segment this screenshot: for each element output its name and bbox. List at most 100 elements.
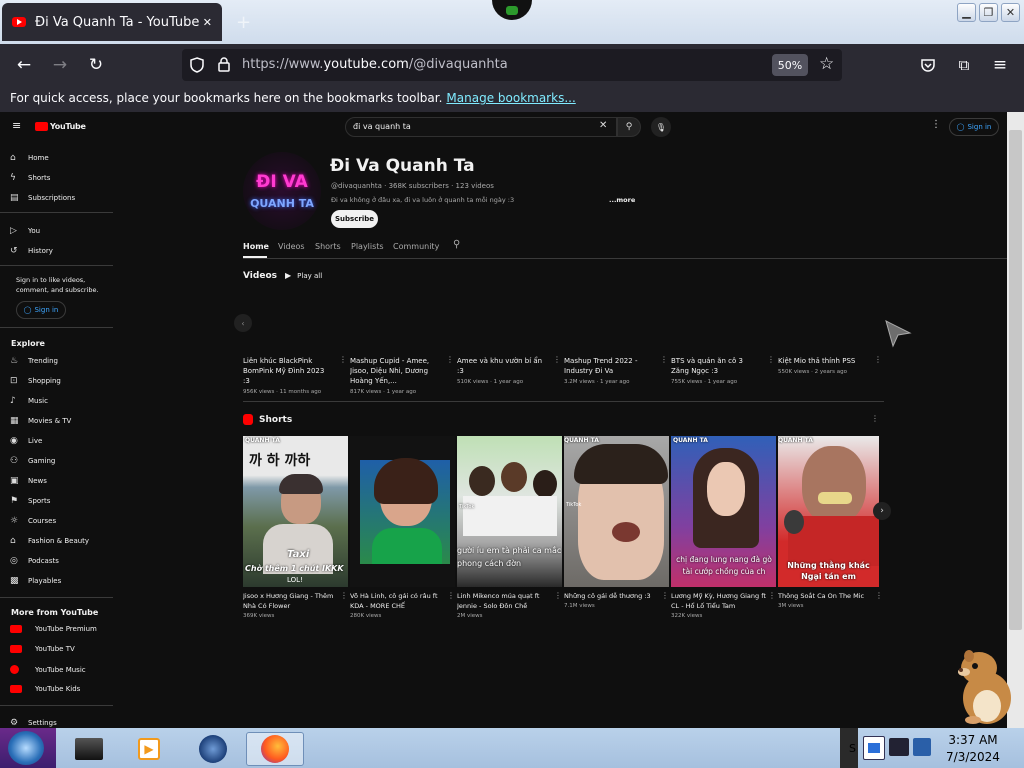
video-title[interactable]: Kiệt Mio thả thính PSS bbox=[778, 356, 868, 366]
video-card[interactable]: Amee và khu vườn bí ẩn :3 510K views · 1 … bbox=[457, 356, 547, 385]
search-button[interactable]: ⚲ bbox=[617, 117, 641, 137]
sidebar-item-kids[interactable]: YouTube Kids bbox=[10, 685, 80, 693]
short-title[interactable]: Lương Mỹ Kỳ, Hương Giang ft CL - Hổ Lố T… bbox=[671, 591, 771, 611]
menu-button[interactable]: ≡ bbox=[989, 54, 1011, 76]
video-card[interactable]: Kiệt Mio thả thính PSS 550K views · 2 yea… bbox=[778, 356, 868, 375]
sidebar-item-shorts[interactable]: ϟ Shorts bbox=[10, 173, 50, 183]
voice-search-button[interactable]: 🎙 bbox=[651, 117, 671, 137]
sidebar-item-music-app[interactable]: YouTube Music bbox=[10, 665, 86, 674]
video-title[interactable]: BTS và quán ăn cô 3 Zăng Ngọc :3 bbox=[671, 356, 761, 376]
video-card[interactable]: Mashup Cupid - Amee, Jisoo, Diệu Nhi, Dư… bbox=[350, 356, 440, 395]
short-title[interactable]: Linh Mikenco múa quạt ft Jennie - Solo Đ… bbox=[457, 591, 557, 611]
youtube-logo[interactable]: YouTube bbox=[35, 122, 86, 131]
bookmark-star-icon[interactable]: ☆ bbox=[819, 54, 834, 74]
tab-community[interactable]: Community bbox=[393, 242, 439, 251]
clear-search-icon[interactable]: ✕ bbox=[599, 120, 607, 131]
tray-monitor-icon[interactable] bbox=[889, 738, 909, 756]
short-thumbnail[interactable]: TikTok gười íu em tà phải ca mắc phong c… bbox=[457, 436, 562, 587]
channel-search-icon[interactable]: ⚲ bbox=[453, 239, 460, 250]
short-info[interactable]: Lương Mỹ Kỳ, Hương Giang ft CL - Hổ Lố T… bbox=[671, 591, 771, 619]
sidebar-item-settings[interactable]: ⚙ Settings bbox=[10, 718, 57, 728]
video-menu-icon[interactable]: ⋮ bbox=[767, 355, 775, 364]
channel-avatar[interactable]: ĐI VA QUANH TA bbox=[243, 152, 321, 230]
browser-tab[interactable]: Đi Va Quanh Ta - YouTube ✕ bbox=[2, 3, 222, 41]
video-title[interactable]: Mashup Cupid - Amee, Jisoo, Diệu Nhi, Dư… bbox=[350, 356, 440, 386]
video-menu-icon[interactable]: ⋮ bbox=[339, 355, 347, 364]
taskbar-app-black-box[interactable] bbox=[68, 732, 110, 766]
taskbar-app-globe[interactable] bbox=[192, 732, 234, 766]
short-thumbnail[interactable]: QUANH TA Những thằng khác Ngại tán em bbox=[778, 436, 879, 587]
tab-shorts[interactable]: Shorts bbox=[315, 242, 341, 251]
page-scrollbar-thumb[interactable] bbox=[1009, 130, 1022, 630]
sidebar-item-history[interactable]: ↺ History bbox=[10, 246, 53, 256]
videos-prev-button[interactable]: ‹ bbox=[234, 314, 252, 332]
sidebar-item-premium[interactable]: YouTube Premium bbox=[10, 625, 97, 633]
sidebar-item-sports[interactable]: ⚑ Sports bbox=[10, 496, 50, 506]
search-input[interactable]: đi va quanh ta bbox=[345, 117, 617, 137]
manage-bookmarks-link[interactable]: Manage bookmarks... bbox=[446, 91, 575, 105]
sidebar-item-fashion[interactable]: ⌂ Fashion & Beauty bbox=[10, 536, 89, 546]
tray-security-icon[interactable] bbox=[913, 738, 931, 756]
subscribe-button[interactable]: Subscribe bbox=[331, 210, 378, 228]
short-info[interactable]: Những cô gái dễ thương :3 7.1M views bbox=[564, 591, 664, 609]
short-info[interactable]: Võ Hà Linh, cô gái có râu ft KDA - MORE … bbox=[350, 591, 450, 619]
tab-close-icon[interactable]: ✕ bbox=[203, 16, 212, 29]
guide-menu-icon[interactable]: ≡ bbox=[12, 119, 21, 132]
sidebar-signin-button[interactable]: ◯ Sign in bbox=[16, 301, 66, 319]
forward-button[interactable]: → bbox=[49, 54, 71, 76]
taskbar-app-media-player[interactable]: ▶ bbox=[128, 732, 170, 766]
start-button[interactable] bbox=[0, 728, 56, 768]
taskbar-app-firefox[interactable] bbox=[246, 732, 304, 766]
short-menu-icon[interactable]: ⋮ bbox=[768, 591, 776, 600]
shorts-menu-icon[interactable]: ⋮ bbox=[871, 414, 879, 423]
sidebar-item-trending[interactable]: ♨ Trending bbox=[10, 356, 58, 366]
tab-home[interactable]: Home bbox=[243, 242, 269, 251]
close-window-button[interactable]: ✕ bbox=[1001, 3, 1020, 22]
url-bar[interactable]: https://www.youtube.com/@divaquanhta 50%… bbox=[182, 49, 842, 81]
video-title[interactable]: Mashup Trend 2022 - Industry Đi Va bbox=[564, 356, 654, 376]
tab-videos[interactable]: Videos bbox=[278, 242, 305, 251]
tray-network-icon[interactable] bbox=[863, 736, 885, 760]
tab-playlists[interactable]: Playlists bbox=[351, 242, 384, 251]
short-menu-icon[interactable]: ⋮ bbox=[875, 591, 883, 600]
video-title[interactable]: Amee và khu vườn bí ẩn :3 bbox=[457, 356, 547, 376]
short-title[interactable]: Võ Hà Linh, cô gái có râu ft KDA - MORE … bbox=[350, 591, 450, 611]
short-thumbnail[interactable]: QUANH TA chị đang lung nang đà gò tài cư… bbox=[671, 436, 776, 587]
video-title[interactable]: Liên khúc BlackPink BomPink Mỹ Đình 2023… bbox=[243, 356, 333, 386]
minimize-button[interactable]: ▁ bbox=[957, 3, 976, 22]
short-title[interactable]: Thông Soắt Ca On The Mic bbox=[778, 591, 878, 601]
short-thumbnail[interactable]: QUANH TA TikTok bbox=[564, 436, 669, 587]
short-thumbnail[interactable]: QUANH TA 까 하 까하 Taxi Chờ thêm 1 chút IKK… bbox=[243, 436, 348, 587]
short-info[interactable]: Linh Mikenco múa quạt ft Jennie - Solo Đ… bbox=[457, 591, 557, 619]
sidebar-item-music[interactable]: ♪ Music bbox=[10, 396, 48, 406]
video-menu-icon[interactable]: ⋮ bbox=[660, 355, 668, 364]
header-signin-button[interactable]: ◯ Sign in bbox=[949, 118, 999, 136]
sidebar-item-movies[interactable]: ▦ Movies & TV bbox=[10, 416, 71, 426]
video-card[interactable]: BTS và quán ăn cô 3 Zăng Ngọc :3 755K vie… bbox=[671, 356, 761, 385]
video-menu-icon[interactable]: ⋮ bbox=[874, 355, 882, 364]
zoom-level-button[interactable]: 50% bbox=[772, 54, 808, 76]
sidebar-item-shopping[interactable]: ⊡ Shopping bbox=[10, 376, 61, 386]
pocket-button[interactable] bbox=[917, 54, 939, 76]
extensions-button[interactable]: ⧉ bbox=[953, 54, 975, 76]
maximize-button[interactable]: ❐ bbox=[979, 3, 998, 22]
sidebar-item-gaming[interactable]: ⚇ Gaming bbox=[10, 456, 55, 466]
short-menu-icon[interactable]: ⋮ bbox=[340, 591, 348, 600]
short-menu-icon[interactable]: ⋮ bbox=[661, 591, 669, 600]
sidebar-item-subscriptions[interactable]: ▤ Subscriptions bbox=[10, 193, 75, 203]
sidebar-item-news[interactable]: ▣ News bbox=[10, 476, 47, 486]
taskbar-clock[interactable]: 3:37 AM 7/3/2024 bbox=[938, 732, 1008, 766]
play-all-button[interactable]: ▶ Play all bbox=[285, 271, 322, 280]
shorts-next-button[interactable]: › bbox=[873, 502, 891, 520]
video-menu-icon[interactable]: ⋮ bbox=[553, 355, 561, 364]
sidebar-item-playables[interactable]: ▩ Playables bbox=[10, 576, 61, 586]
back-button[interactable]: ← bbox=[13, 54, 35, 76]
short-thumbnail[interactable] bbox=[350, 436, 455, 587]
short-info[interactable]: Thông Soắt Ca On The Mic 3M views bbox=[778, 591, 878, 609]
short-info[interactable]: Jisoo x Hương Giang - Thêm Nhà Có Flower… bbox=[243, 591, 343, 619]
sidebar-item-tv[interactable]: YouTube TV bbox=[10, 645, 75, 653]
url-text[interactable]: https://www.youtube.com/@divaquanhta bbox=[242, 57, 508, 72]
sidebar-item-home[interactable]: ⌂ Home bbox=[10, 153, 49, 163]
video-card[interactable]: Mashup Trend 2022 - Industry Đi Va 3.2M v… bbox=[564, 356, 654, 385]
short-menu-icon[interactable]: ⋮ bbox=[554, 591, 562, 600]
